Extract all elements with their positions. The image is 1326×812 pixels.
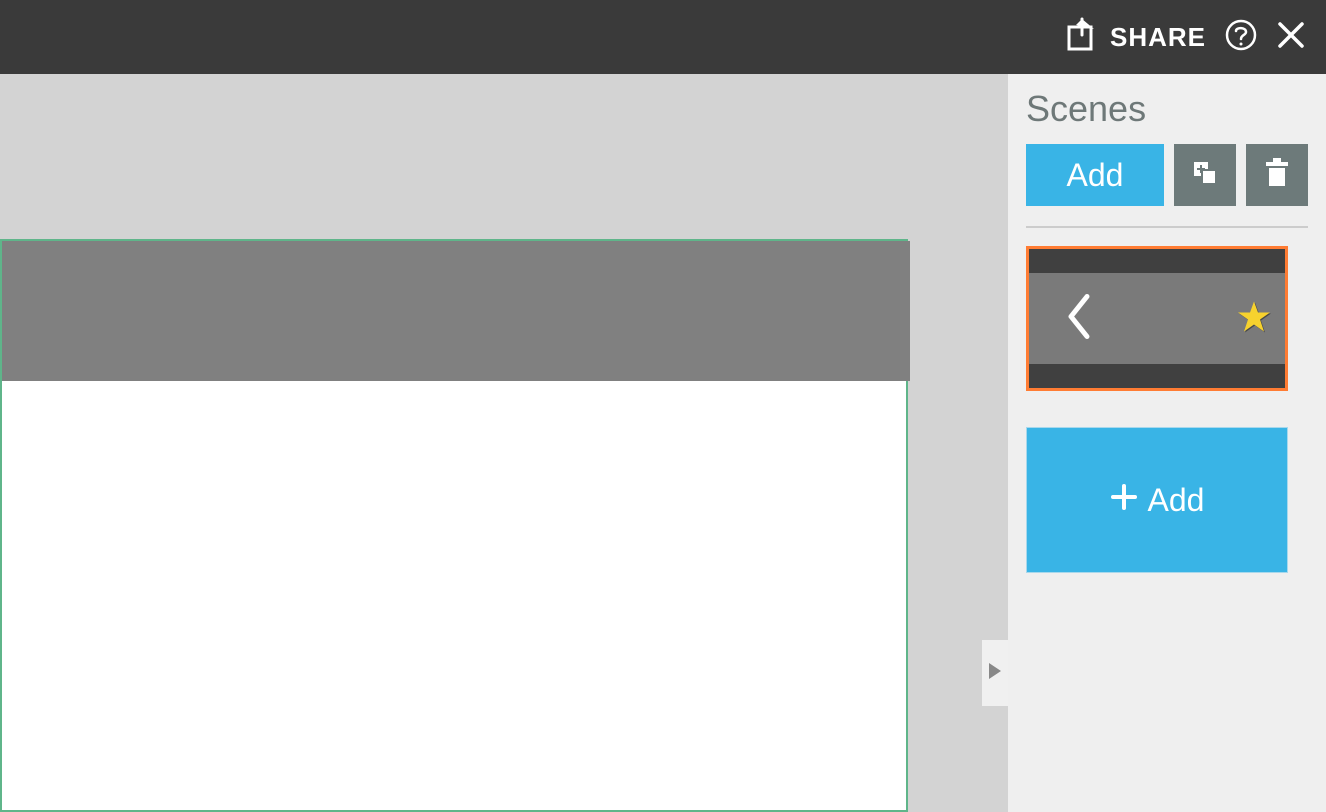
play-icon <box>987 662 1003 685</box>
help-button[interactable] <box>1224 18 1258 57</box>
scenes-toolbar: Add <box>1026 144 1308 228</box>
canvas-frame[interactable] <box>0 239 908 812</box>
close-button[interactable] <box>1276 20 1306 55</box>
panel-expand-handle[interactable] <box>982 640 1008 706</box>
duplicate-button[interactable] <box>1174 144 1236 206</box>
canvas-area <box>0 74 1008 812</box>
scenes-panel-title: Scenes <box>1026 88 1308 130</box>
plus-icon <box>1110 482 1138 519</box>
topbar: SHARE <box>0 0 1326 74</box>
duplicate-icon <box>1188 156 1222 195</box>
share-label: SHARE <box>1110 22 1206 53</box>
trash-icon <box>1262 156 1292 195</box>
scene-thumbnail-selected[interactable] <box>1026 246 1288 391</box>
help-icon <box>1224 18 1258 57</box>
close-icon <box>1276 20 1306 55</box>
add-button[interactable]: Add <box>1026 144 1164 206</box>
delete-button[interactable] <box>1246 144 1308 206</box>
add-scene-label: Add <box>1148 482 1205 519</box>
chevron-left-icon <box>1065 292 1095 345</box>
add-button-label: Add <box>1067 157 1124 194</box>
share-icon <box>1064 17 1100 58</box>
share-button[interactable]: SHARE <box>1064 17 1206 58</box>
scenes-panel: Scenes Add <box>1008 74 1326 812</box>
add-scene-button[interactable]: Add <box>1026 427 1288 573</box>
canvas-frame-header <box>2 241 910 381</box>
star-icon <box>1237 299 1271 338</box>
